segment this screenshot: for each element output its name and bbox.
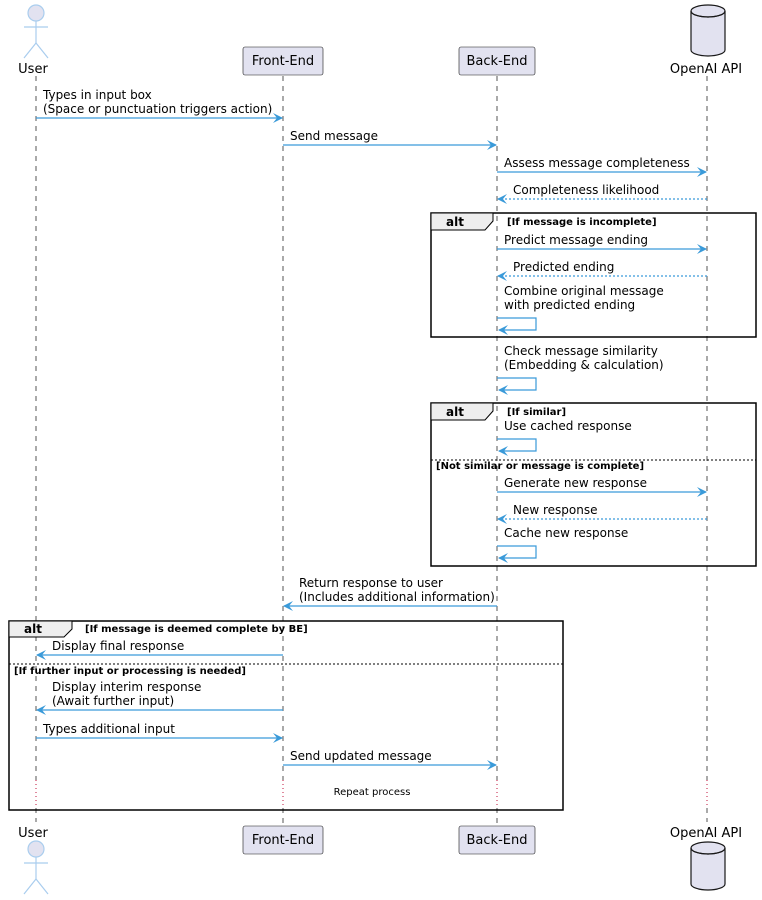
participant-label: Front-End [252, 54, 314, 69]
participant-label: OpenAI API [670, 62, 742, 77]
message-label: Send updated message [290, 749, 432, 763]
fragment-guard: [Not similar or message is complete] [436, 461, 644, 472]
message: Use cached response [497, 419, 632, 456]
message: Predict message ending [497, 233, 707, 254]
message: Completeness likelihood [497, 183, 707, 204]
participant-user-bottom[interactable]: User [18, 826, 49, 895]
message-label: Completeness likelihood [513, 183, 659, 197]
database-icon [690, 841, 726, 891]
self-message-arrow [497, 438, 537, 456]
message-label: Combine original message [504, 284, 664, 298]
participant-user-top[interactable]: User [18, 4, 49, 77]
sequence-diagram: User Front-End Back-End OpenAI API alt [… [8, 4, 757, 895]
message-label: Generate new response [504, 476, 647, 490]
message-label: Send message [290, 129, 378, 143]
message-label: (Includes additional information) [299, 590, 495, 604]
message: Types additional input [36, 722, 283, 743]
fragment-guard: [If message is deemed complete by BE] [85, 624, 308, 635]
participant-label: Back-End [467, 54, 528, 69]
message-label: Check message similarity [504, 344, 658, 358]
message: Generate new response [497, 476, 707, 497]
message-label: with predicted ending [504, 298, 635, 312]
message-label: (Space or punctuation triggers action) [43, 102, 272, 116]
actor-icon [23, 840, 49, 895]
message: Return response to user(Includes additio… [283, 576, 497, 611]
fragment-label: alt [446, 405, 464, 419]
fragment-label: alt [24, 622, 42, 636]
message-label: Assess message completeness [504, 156, 690, 170]
participant-openai-bottom[interactable]: OpenAI API [670, 826, 742, 891]
message: Types in input box(Space or punctuation … [36, 88, 283, 123]
messages: Types in input box(Space or punctuation … [36, 88, 707, 770]
message: Display interim response(Await further i… [36, 680, 283, 715]
message-label: Use cached response [504, 419, 632, 433]
participant-backend-bottom[interactable]: Back-End [458, 825, 536, 855]
message-label: Display final response [52, 639, 184, 653]
fragment-label: alt [446, 215, 464, 229]
self-message-arrow [497, 545, 537, 563]
message: Cache new response [497, 526, 628, 563]
message: Display final response [36, 639, 283, 660]
message-label: (Await further input) [52, 694, 174, 708]
participant-frontend-top[interactable]: Front-End [242, 46, 324, 76]
message-label: Predict message ending [504, 233, 648, 247]
fragment-guard: [If further input or processing is neede… [14, 666, 246, 677]
self-message-arrow [497, 317, 537, 335]
actor-icon [23, 4, 49, 59]
participant-backend-top[interactable]: Back-End [458, 46, 536, 76]
message: New response [497, 503, 707, 524]
fragment-guard: [If message is incomplete] [507, 217, 657, 228]
participant-label: User [18, 826, 48, 841]
participant-frontend-bottom[interactable]: Front-End [242, 825, 324, 855]
message-label: New response [513, 503, 598, 517]
message-label: (Embedding & calculation) [504, 358, 664, 372]
message: Send updated message [283, 749, 497, 770]
message: Send message [283, 129, 497, 150]
message-label: Predicted ending [513, 260, 614, 274]
participant-label: OpenAI API [670, 826, 742, 841]
database-icon [690, 4, 726, 57]
participant-openai-top[interactable]: OpenAI API [670, 4, 742, 77]
participant-label: User [18, 62, 48, 77]
message-label: Display interim response [52, 680, 201, 694]
message-label: Types additional input [42, 722, 175, 736]
fragment-guard: [If similar] [507, 407, 566, 418]
message: Check message similarity(Embedding & cal… [497, 344, 664, 395]
message-label: Types in input box [42, 88, 152, 102]
message: Combine original messagewith predicted e… [497, 284, 664, 335]
self-message-arrow [497, 377, 537, 395]
message: Assess message completeness [497, 156, 707, 177]
message-label: Return response to user [299, 576, 443, 590]
delay-label: Repeat process [334, 787, 411, 798]
participant-label: Front-End [252, 833, 314, 848]
message: Predicted ending [497, 260, 707, 281]
participant-label: Back-End [467, 833, 528, 848]
message-label: Cache new response [504, 526, 628, 540]
